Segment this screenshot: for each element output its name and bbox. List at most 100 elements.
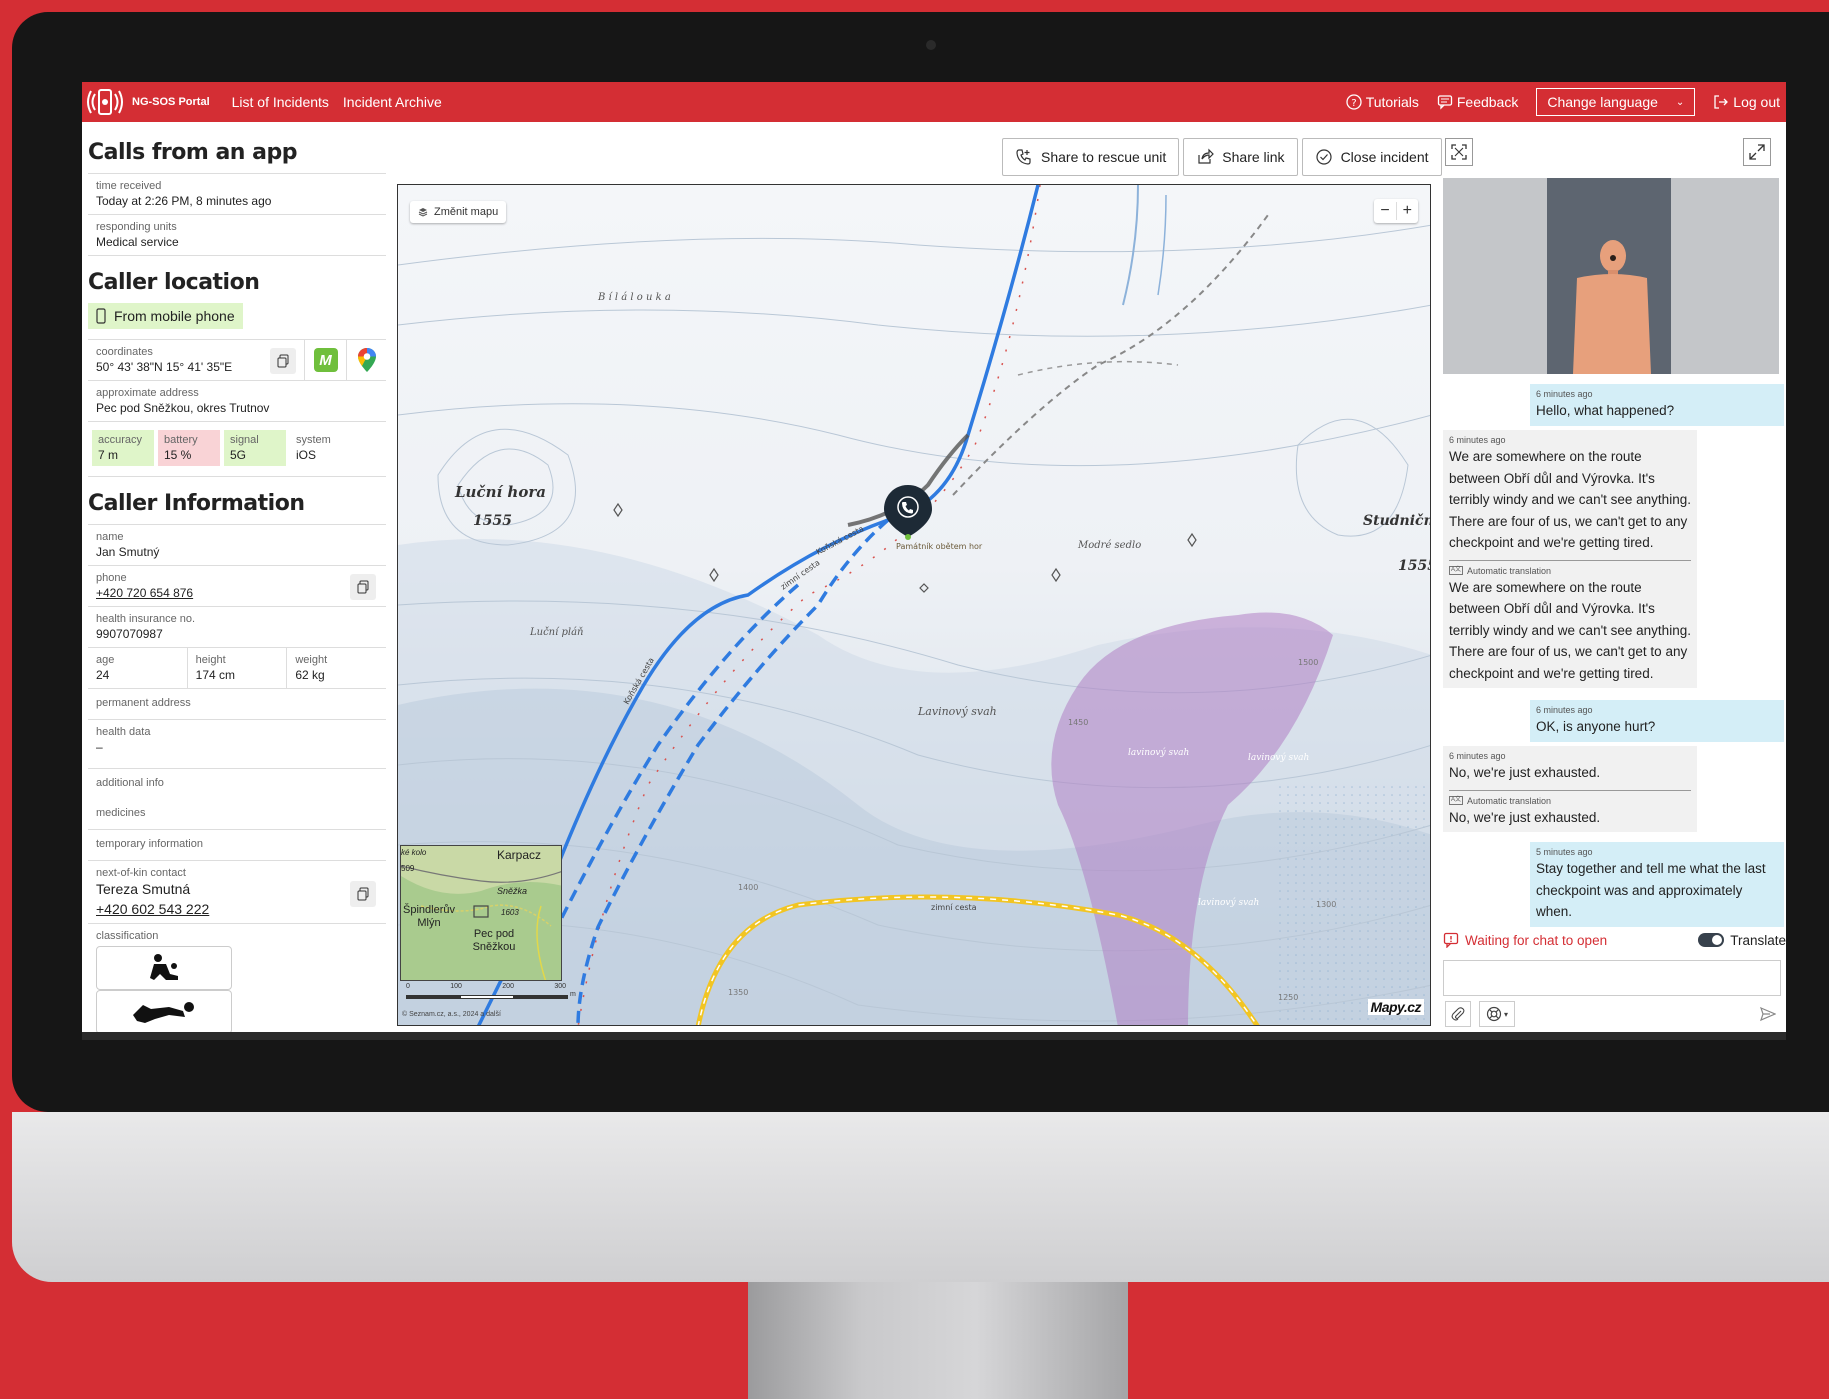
time-received-value: Today at 2:26 PM, 8 minutes ago (96, 194, 272, 208)
copy-coordinates-button[interactable] (270, 348, 296, 374)
zoom-in-button[interactable]: + (1395, 202, 1418, 220)
feedback-link[interactable]: Feedback (1437, 94, 1518, 110)
mapy-brand-logo[interactable]: Mapy.cz (1367, 999, 1424, 1015)
share-link-button[interactable]: Share link (1183, 138, 1298, 176)
fallen-person-icon (133, 1002, 194, 1023)
minimap-label-snezka: Sněžka (497, 886, 528, 896)
chat-message-input[interactable] (1443, 960, 1781, 996)
zoom-controls: − + (1374, 199, 1418, 223)
send-button[interactable] (1755, 1001, 1781, 1027)
monitor-chin (12, 1112, 1829, 1282)
zoom-out-button[interactable]: − (1374, 202, 1395, 220)
fit-screen-icon (1451, 144, 1467, 160)
caller-name-label: name (96, 531, 124, 543)
classification-option-fall[interactable] (96, 990, 232, 1032)
google-maps-pin-icon (357, 348, 376, 372)
message-text: We are somewhere on the route between Ob… (1449, 449, 1691, 550)
coordinates-value: 50° 43' 38"N 15° 41' 35"E (96, 360, 233, 374)
monitor-stand (748, 1282, 1128, 1399)
map-label-lavinovy-svah: Lavinový svah (917, 705, 997, 718)
height-cell: height 174 cm (188, 648, 288, 688)
map-label-lavinovy-c: lavinový svah (1198, 897, 1259, 908)
contour-label-1300: 1300 (1316, 900, 1336, 909)
coordinates-field: coordinates 50° 43' 38"N 15° 41' 35"E M (88, 339, 386, 380)
scale-0: 0 (406, 983, 410, 990)
next-of-kin-phone-link[interactable]: +420 602 543 222 (96, 901, 209, 917)
copy-kin-button[interactable] (350, 881, 376, 907)
permanent-address-field: permanent address (88, 688, 386, 719)
top-navbar: NG-SOS Portal List of Incidents Incident… (82, 82, 1786, 122)
chat-message-incoming: 6 minutes ago We are somewhere on the ro… (1443, 430, 1697, 688)
copy-icon (357, 580, 369, 594)
portal-name: NG-SOS Portal (132, 96, 210, 108)
translate-icon: A文 (1449, 566, 1464, 575)
overview-minimap[interactable]: Karpacz Sněžka 1603 Špindlerův Mlýn Pec … (400, 845, 562, 981)
classification-option-injury[interactable] (96, 946, 232, 990)
height-label: height (195, 654, 226, 666)
translate-toggle[interactable]: Translate (1698, 933, 1786, 948)
message-time: 5 minutes ago (1536, 847, 1593, 857)
close-incident-label: Close incident (1340, 149, 1429, 165)
accuracy-label: accuracy (98, 434, 143, 446)
insurance-value: 9907070987 (96, 627, 163, 641)
chat-message-outgoing: 5 minutes ago Stay together and tell me … (1530, 842, 1784, 927)
caller-phone-label: phone (96, 572, 127, 584)
map-label-bila-louka: B í l á l o u k a (597, 292, 671, 303)
open-mapy-button[interactable]: M (304, 340, 346, 380)
location-source-label: From mobile phone (114, 308, 235, 324)
caller-phone-link[interactable]: +420 720 654 876 (96, 586, 193, 600)
chat-message-outgoing: 6 minutes ago OK, is anyone hurt? (1530, 700, 1784, 742)
close-incident-button[interactable]: Close incident (1301, 138, 1442, 176)
incident-title: Calls from an app (88, 140, 297, 165)
responding-units-value: Medical service (96, 235, 179, 249)
expand-icon (1749, 144, 1765, 160)
photo-image (1547, 178, 1671, 374)
chat-message-incoming: 6 minutes ago No, we're just exhausted. … (1443, 746, 1697, 832)
open-google-maps-button[interactable] (346, 340, 386, 380)
map-label-lucni-plan: Luční pláň (529, 627, 584, 638)
contour-label-1400: 1400 (738, 883, 758, 892)
fit-view-button[interactable] (1445, 138, 1473, 166)
age-cell: age 24 (88, 648, 188, 688)
approximate-address-field: approximate address Pec pod Sněžkou, okr… (88, 380, 386, 421)
scale-unit: m (570, 991, 576, 998)
share-to-rescue-unit-button[interactable]: Share to rescue unit (1002, 138, 1180, 176)
address-label: approximate address (96, 387, 199, 399)
scale-300: 300 (554, 983, 566, 990)
weight-value: 62 kg (295, 668, 325, 682)
help-circle-icon: ? (1346, 94, 1362, 110)
attach-button[interactable] (1445, 1001, 1471, 1027)
language-select[interactable]: Change language ⌄ (1536, 88, 1696, 116)
caller-photo[interactable] (1443, 178, 1779, 374)
incident-map[interactable]: B í l á l o u k a Luční hora 1555 Studni… (397, 184, 1431, 1026)
next-of-kin-field: next-of-kin contact Tereza Smutná +420 6… (88, 860, 386, 923)
quick-replies-button[interactable]: ▾ (1479, 1001, 1515, 1027)
body-metrics-field: age 24 height 174 cm weight 62 kg (88, 647, 386, 688)
tutorials-link[interactable]: ? Tutorials (1346, 94, 1419, 110)
map-label-lucni-hora-elevation: 1555 (473, 513, 512, 529)
message-text: No, we're just exhausted. (1449, 765, 1601, 780)
caret-down-icon: ▾ (1503, 1009, 1508, 1019)
injured-person-icon (150, 954, 178, 980)
toggle-switch[interactable] (1698, 933, 1725, 947)
map-label-lavinovy-a: lavinový svah (1128, 747, 1189, 758)
map-label-pamatnik: Památník obětem hor (896, 542, 983, 551)
message-text: OK, is anyone hurt? (1536, 719, 1656, 734)
time-received-field: time received Today at 2:26 PM, 8 minute… (88, 173, 386, 214)
expand-chat-button[interactable] (1743, 138, 1771, 166)
nav-incident-archive[interactable]: Incident Archive (343, 94, 442, 110)
address-value: Pec pod Sněžkou, okres Trutnov (96, 401, 270, 415)
change-map-button[interactable]: Změnit mapu (410, 201, 507, 223)
responding-units-field: responding units Medical service (88, 214, 386, 255)
auto-translation-header: A文 Automatic translation (1449, 559, 1691, 577)
map-label-studnicni-elevation: 1555 (1398, 558, 1431, 574)
copy-phone-button[interactable] (350, 574, 376, 600)
portal-logo[interactable]: NG-SOS Portal (86, 87, 210, 117)
chevron-down-icon: ⌄ (1675, 96, 1685, 108)
message-text: Hello, what happened? (1536, 403, 1675, 418)
check-circle-icon (1315, 149, 1332, 165)
medicines-label: medicines (96, 807, 146, 819)
logout-link[interactable]: Log out (1713, 94, 1780, 110)
nav-list-of-incidents[interactable]: List of Incidents (232, 94, 329, 110)
ngsos-logo-icon (87, 89, 123, 115)
